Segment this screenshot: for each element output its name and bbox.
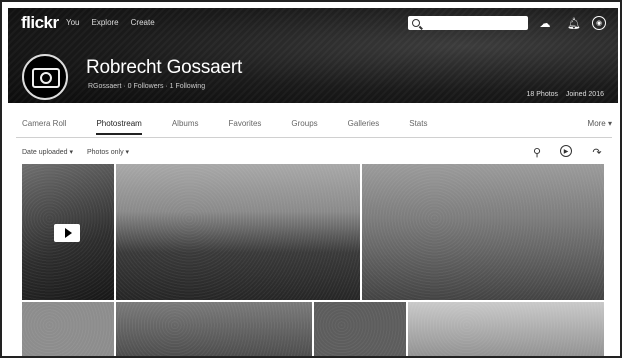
photo-tile[interactable] [116,164,360,300]
nav-explore[interactable]: Explore [92,18,119,27]
flickr-logo[interactable]: flickr [21,13,59,33]
search-input[interactable] [426,19,521,27]
photo-tile[interactable] [408,302,604,356]
more-menu[interactable]: More ▾ [588,119,612,128]
tab-photostream[interactable]: Photostream [96,119,143,135]
tabs-divider [16,137,612,138]
profile-banner: flickr You Explore Create ☁ 🔔︎ ◉ Robrech… [8,8,618,103]
bell-icon[interactable]: 🔔︎ [567,16,581,30]
profile-meta: RGossaert · 0 Followers · 1 Following [88,83,206,90]
tab-albums[interactable]: Albums [172,119,199,133]
avatar-icon[interactable]: ◉ [592,16,606,30]
tab-camera-roll[interactable]: Camera Roll [22,119,66,133]
photo-tile[interactable] [362,164,604,300]
cloud-upload-icon[interactable]: ☁ [538,16,552,30]
search-icon [412,19,420,27]
tab-stats[interactable]: Stats [409,119,427,133]
view-filter[interactable]: Photos only ▾ [87,148,129,156]
play-icon[interactable] [54,224,80,242]
profile-stats: 18 Photos Joined 2016 [527,91,604,98]
tab-groups[interactable]: Groups [291,119,317,133]
nav-you[interactable]: You [66,18,80,27]
lens-icon [40,72,52,84]
nav-create[interactable]: Create [131,18,155,27]
photo-tile[interactable] [314,302,406,356]
photo-tile[interactable] [22,302,114,356]
profile-name: Robrecht Gossaert [86,57,243,78]
profile-tabs: Camera Roll Photostream Albums Favorites… [22,119,612,135]
screenshot-frame: flickr You Explore Create ☁ 🔔︎ ◉ Robrech… [0,0,622,358]
filter-bar: Date uploaded ▾ Photos only ▾ [22,148,129,156]
top-nav: You Explore Create [66,18,155,27]
slideshow-icon[interactable]: ▶ [560,145,572,157]
tab-favorites[interactable]: Favorites [229,119,262,133]
share-icon[interactable]: ↷ [590,145,604,159]
search-box[interactable] [408,16,528,30]
tab-galleries[interactable]: Galleries [348,119,380,133]
avatar[interactable] [22,54,68,100]
date-filter[interactable]: Date uploaded ▾ [22,148,73,156]
photo-count: 18 Photos [526,91,559,98]
search-icon[interactable]: ⚲ [530,145,544,159]
joined-date: Joined 2016 [565,91,604,98]
photo-tile[interactable] [116,302,312,356]
